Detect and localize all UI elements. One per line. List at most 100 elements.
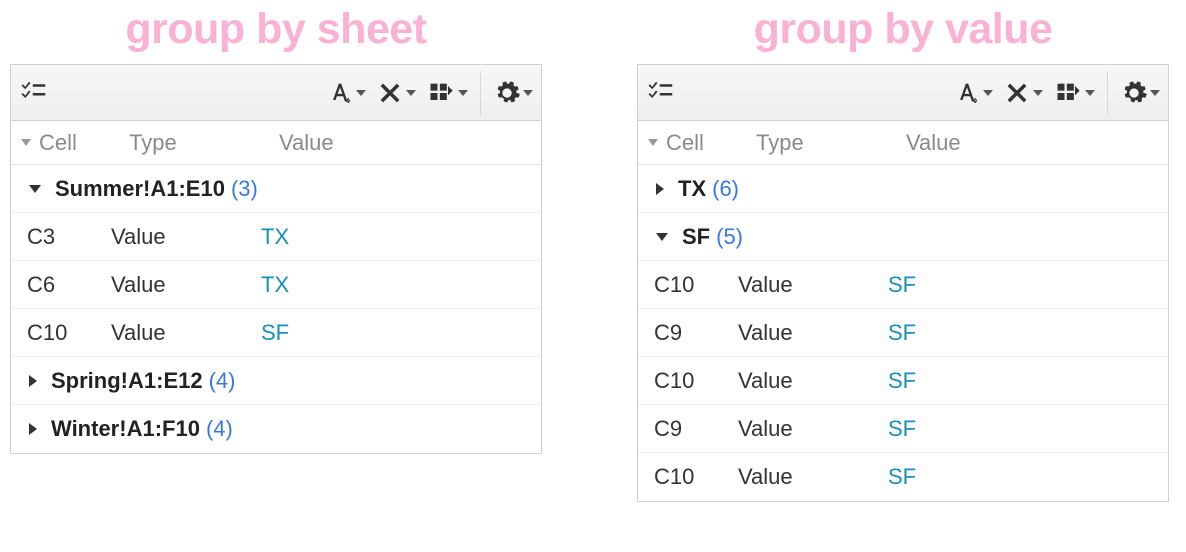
column-header-type[interactable]: Type bbox=[756, 130, 906, 156]
group-count: (3) bbox=[231, 176, 258, 202]
caret-down-icon bbox=[1150, 90, 1160, 96]
cell-ref: C10 bbox=[648, 464, 738, 490]
cell-ref: C6 bbox=[21, 272, 111, 298]
cell-value: TX bbox=[261, 272, 531, 298]
cell-value: SF bbox=[888, 464, 1158, 490]
cell-value: SF bbox=[888, 320, 1158, 346]
column-header-cell[interactable]: Cell bbox=[39, 130, 129, 156]
settings-button[interactable] bbox=[1118, 75, 1162, 111]
cell-value: SF bbox=[888, 368, 1158, 394]
cell-ref: C9 bbox=[648, 416, 738, 442]
data-row[interactable]: C9ValueSF bbox=[638, 405, 1168, 453]
gear-icon bbox=[1120, 79, 1148, 107]
column-headers: CellTypeValue bbox=[11, 121, 541, 165]
cell-type: Value bbox=[738, 272, 888, 298]
checklist-icon bbox=[19, 78, 49, 108]
data-row[interactable]: C3ValueTX bbox=[11, 213, 541, 261]
group-row[interactable]: Winter!A1:F10(4) bbox=[11, 405, 541, 453]
clear-button[interactable] bbox=[1001, 75, 1045, 111]
cell-ref: C10 bbox=[648, 368, 738, 394]
group-name: Winter!A1:F10 bbox=[51, 416, 200, 442]
cell-value: TX bbox=[261, 224, 531, 250]
cell-ref: C3 bbox=[21, 224, 111, 250]
x-icon bbox=[376, 79, 404, 107]
group-count: (6) bbox=[712, 176, 739, 202]
group-row[interactable]: Summer!A1:E10(3) bbox=[11, 165, 541, 213]
data-row[interactable]: C10ValueSF bbox=[638, 357, 1168, 405]
caret-down-icon bbox=[983, 90, 993, 96]
sort-caret-icon[interactable] bbox=[648, 139, 658, 146]
data-row[interactable]: C10ValueSF bbox=[11, 309, 541, 357]
checklist-icon bbox=[646, 78, 676, 108]
format-button[interactable] bbox=[951, 75, 995, 111]
data-row[interactable]: C10ValueSF bbox=[638, 453, 1168, 501]
cell-type: Value bbox=[738, 416, 888, 442]
caret-down-icon bbox=[356, 90, 366, 96]
group-count: (4) bbox=[209, 368, 236, 394]
cell-value: SF bbox=[888, 416, 1158, 442]
caret-down-icon bbox=[458, 90, 468, 96]
grid-icon bbox=[1053, 79, 1083, 107]
grid-icon bbox=[426, 79, 456, 107]
group-name: Spring!A1:E12 bbox=[51, 368, 203, 394]
chevron-down-icon bbox=[29, 185, 41, 193]
title-group-by-sheet: group by sheet bbox=[10, 5, 542, 54]
chevron-right-icon bbox=[656, 183, 664, 195]
gear-icon bbox=[493, 79, 521, 107]
grid-button[interactable] bbox=[1051, 75, 1097, 111]
cell-value: SF bbox=[888, 272, 1158, 298]
panel-body: CellTypeValueTX(6)SF(5)C10ValueSFC9Value… bbox=[637, 64, 1169, 502]
group-row[interactable]: TX(6) bbox=[638, 165, 1168, 213]
cell-type: Value bbox=[111, 224, 261, 250]
panel-group-by-sheet: group by sheet CellTypeValueSummer!A1:E1… bbox=[10, 5, 542, 502]
column-header-cell[interactable]: Cell bbox=[666, 130, 756, 156]
cell-type: Value bbox=[738, 464, 888, 490]
sort-caret-icon[interactable] bbox=[21, 139, 31, 146]
grid-button[interactable] bbox=[424, 75, 470, 111]
data-row[interactable]: C10ValueSF bbox=[638, 261, 1168, 309]
text-format-icon bbox=[953, 79, 981, 107]
x-icon bbox=[1003, 79, 1031, 107]
group-count: (5) bbox=[716, 224, 743, 250]
toolbar-separator bbox=[1107, 71, 1108, 115]
cell-ref: C10 bbox=[21, 320, 111, 346]
group-row[interactable]: SF(5) bbox=[638, 213, 1168, 261]
group-name: Summer!A1:E10 bbox=[55, 176, 225, 202]
toolbar bbox=[11, 65, 541, 121]
caret-down-icon bbox=[1033, 90, 1043, 96]
title-group-by-value: group by value bbox=[637, 5, 1169, 54]
cell-ref: C9 bbox=[648, 320, 738, 346]
panel-group-by-value: group by value CellTypeValueTX(6)SF(5)C1… bbox=[637, 5, 1169, 502]
cell-type: Value bbox=[111, 320, 261, 346]
caret-down-icon bbox=[1085, 90, 1095, 96]
data-row[interactable]: C9ValueSF bbox=[638, 309, 1168, 357]
caret-down-icon bbox=[523, 90, 533, 96]
cell-value: SF bbox=[261, 320, 531, 346]
toolbar-separator bbox=[480, 71, 481, 115]
group-name: TX bbox=[678, 176, 706, 202]
cell-ref: C10 bbox=[648, 272, 738, 298]
column-header-type[interactable]: Type bbox=[129, 130, 279, 156]
panel-body: CellTypeValueSummer!A1:E10(3)C3ValueTXC6… bbox=[10, 64, 542, 454]
settings-button[interactable] bbox=[491, 75, 535, 111]
chevron-right-icon bbox=[29, 375, 37, 387]
chevron-down-icon bbox=[656, 233, 668, 241]
text-format-icon bbox=[326, 79, 354, 107]
cell-type: Value bbox=[738, 368, 888, 394]
column-header-value[interactable]: Value bbox=[906, 130, 1158, 156]
group-count: (4) bbox=[206, 416, 233, 442]
group-row[interactable]: Spring!A1:E12(4) bbox=[11, 357, 541, 405]
chevron-right-icon bbox=[29, 423, 37, 435]
clear-button[interactable] bbox=[374, 75, 418, 111]
group-name: SF bbox=[682, 224, 710, 250]
toolbar bbox=[638, 65, 1168, 121]
select-all-button[interactable] bbox=[644, 74, 678, 112]
select-all-button[interactable] bbox=[17, 74, 51, 112]
cell-type: Value bbox=[738, 320, 888, 346]
data-row[interactable]: C6ValueTX bbox=[11, 261, 541, 309]
format-button[interactable] bbox=[324, 75, 368, 111]
column-header-value[interactable]: Value bbox=[279, 130, 531, 156]
caret-down-icon bbox=[406, 90, 416, 96]
cell-type: Value bbox=[111, 272, 261, 298]
column-headers: CellTypeValue bbox=[638, 121, 1168, 165]
